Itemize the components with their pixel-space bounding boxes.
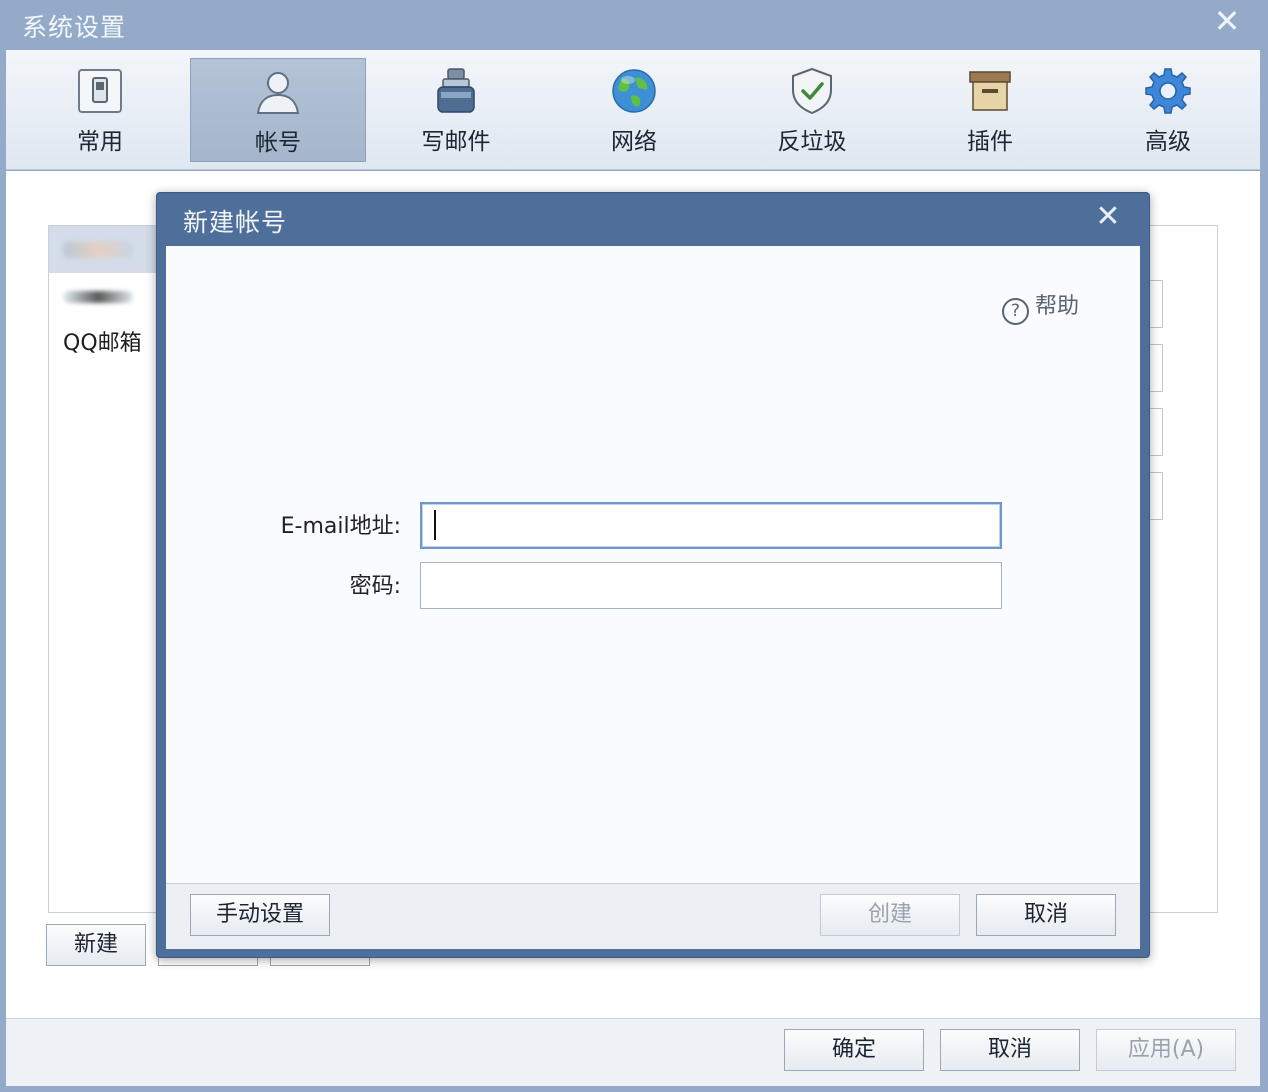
tab-antispam[interactable]: 反垃圾 bbox=[724, 58, 900, 162]
settings-toolbar: 常用 帐号 写邮件 网络 反垃圾 插件 高级 bbox=[6, 50, 1260, 170]
tab-label: 常用 bbox=[77, 129, 123, 155]
account-list: QQ邮箱 bbox=[49, 226, 159, 912]
apply-button: 应用(A) bbox=[1096, 1029, 1236, 1071]
help-link[interactable]: ? 帮助 bbox=[1002, 288, 1079, 325]
dialog-title: 新建帐号 bbox=[183, 208, 288, 237]
list-item[interactable] bbox=[49, 226, 159, 273]
ink-bottle-icon bbox=[437, 68, 475, 113]
tab-network[interactable]: 网络 bbox=[546, 58, 722, 162]
close-icon[interactable]: ✕ bbox=[1212, 5, 1242, 37]
create-button: 创建 bbox=[820, 894, 960, 936]
ok-button[interactable]: 确定 bbox=[784, 1029, 924, 1071]
dialog-body: ? 帮助 E-mail地址: 密码: bbox=[166, 246, 1140, 883]
tab-general[interactable]: 常用 bbox=[12, 58, 188, 162]
dialog-cancel-button[interactable]: 取消 bbox=[976, 894, 1116, 936]
tab-compose[interactable]: 写邮件 bbox=[368, 58, 544, 162]
tab-label: 高级 bbox=[1145, 129, 1191, 155]
help-label: 帮助 bbox=[1035, 294, 1080, 319]
user-icon bbox=[256, 72, 300, 114]
gear-icon bbox=[1145, 68, 1191, 114]
tab-plugins[interactable]: 插件 bbox=[902, 58, 1078, 162]
switch-icon bbox=[78, 69, 122, 113]
tab-account[interactable]: 帐号 bbox=[190, 58, 366, 162]
dialog-footer: 手动设置 创建 取消 bbox=[166, 883, 1140, 949]
list-item[interactable] bbox=[49, 273, 159, 320]
globe-icon bbox=[612, 69, 656, 113]
manual-settings-button[interactable]: 手动设置 bbox=[190, 894, 330, 936]
window-title: 系统设置 bbox=[22, 13, 127, 42]
text-caret bbox=[434, 510, 436, 540]
password-field[interactable] bbox=[420, 562, 1002, 609]
tab-label: 写邮件 bbox=[421, 129, 491, 155]
archive-box-icon bbox=[969, 71, 1011, 111]
password-label: 密码: bbox=[349, 574, 401, 599]
question-icon: ? bbox=[1002, 298, 1029, 325]
close-icon[interactable]: ✕ bbox=[1093, 202, 1123, 232]
cancel-button[interactable]: 取消 bbox=[940, 1029, 1080, 1071]
tab-label: 插件 bbox=[967, 129, 1013, 155]
list-item[interactable]: QQ邮箱 bbox=[49, 320, 159, 367]
new-account-dialog: 新建帐号 ✕ ? 帮助 E-mail地址: 密码: 手动设置 创建 取消 bbox=[156, 192, 1150, 958]
tab-label: 反垃圾 bbox=[777, 129, 847, 155]
new-account-button[interactable]: 新建 bbox=[46, 924, 146, 966]
shield-check-icon bbox=[792, 67, 832, 115]
email-field[interactable] bbox=[420, 502, 1002, 549]
redacted-account bbox=[63, 291, 133, 303]
email-label: E-mail地址: bbox=[280, 514, 401, 539]
redacted-account bbox=[63, 242, 133, 258]
footer-bar: 确定 取消 应用(A) bbox=[6, 1018, 1260, 1086]
tab-advanced[interactable]: 高级 bbox=[1080, 58, 1256, 162]
tab-label: 帐号 bbox=[255, 130, 301, 156]
tab-label: 网络 bbox=[611, 129, 657, 155]
